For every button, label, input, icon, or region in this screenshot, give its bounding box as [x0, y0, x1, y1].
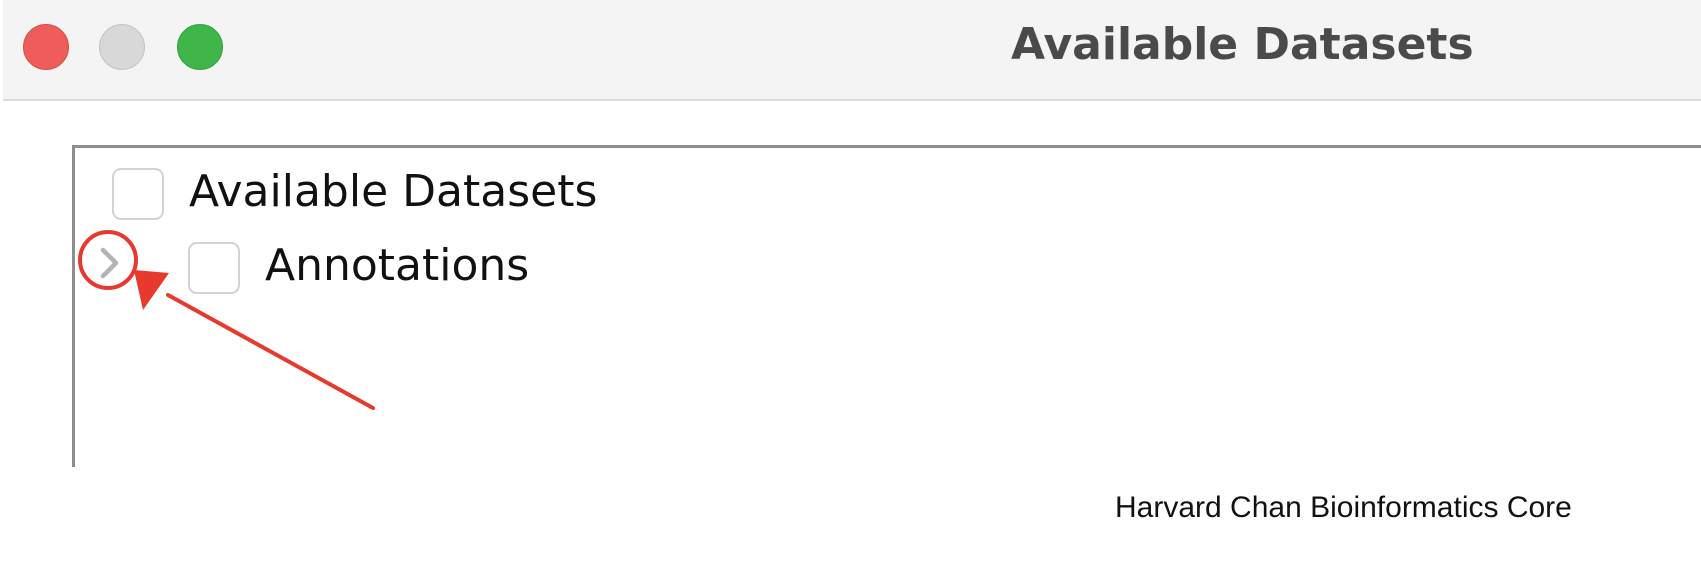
checkbox-annotations[interactable]: [188, 242, 240, 294]
chevron-right-icon: [100, 247, 119, 279]
title-bar: Available Datasets: [3, 0, 1701, 101]
zoom-button[interactable]: [177, 24, 223, 70]
close-button[interactable]: [23, 24, 69, 70]
minimize-button[interactable]: [99, 24, 145, 70]
datasets-tree: Available Datasets Annotations: [72, 145, 1701, 467]
checkbox-available-datasets[interactable]: [112, 168, 164, 220]
tree-item-label-available-datasets: Available Datasets: [189, 166, 598, 217]
page: Available Datasets Available Datasets An…: [0, 0, 1701, 578]
tree-item-label-annotations: Annotations: [265, 240, 530, 291]
window-title: Available Datasets: [1011, 19, 1474, 70]
credit-text: Harvard Chan Bioinformatics Core: [1115, 491, 1572, 524]
expand-annotations-button[interactable]: [84, 238, 134, 288]
